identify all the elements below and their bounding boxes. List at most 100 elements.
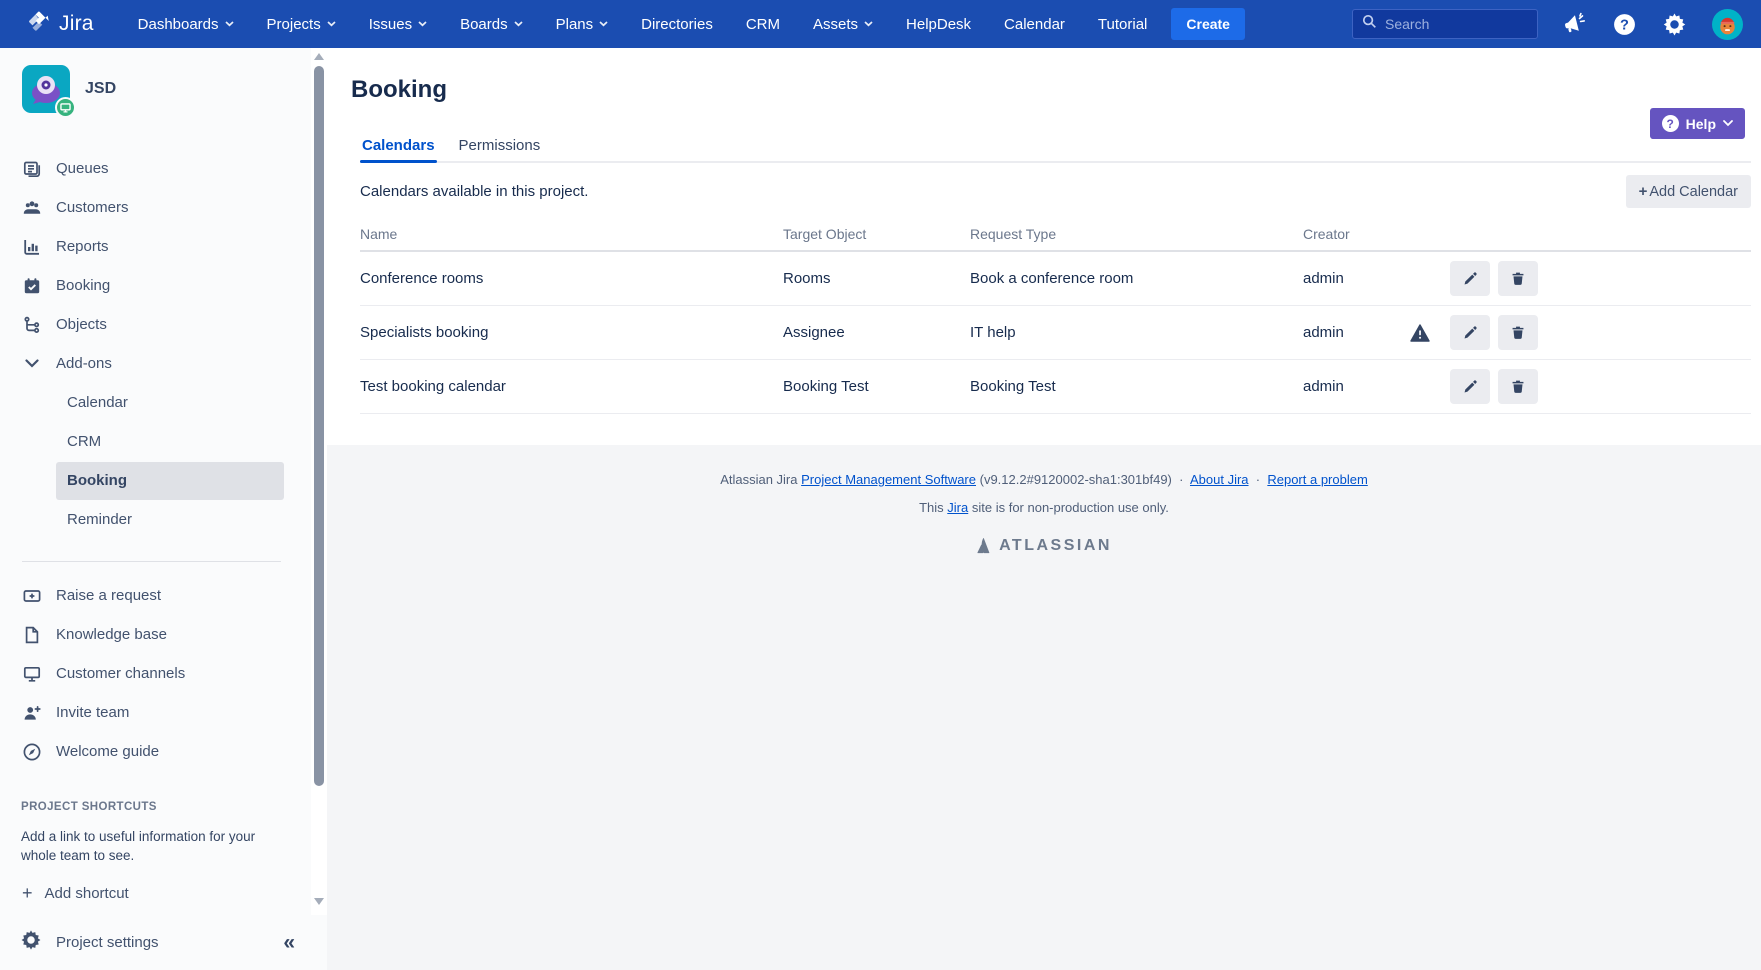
nav-item-boards[interactable]: Boards	[460, 16, 523, 33]
table-row: Conference rooms Rooms Book a conference…	[360, 252, 1751, 306]
calendar-name: Test booking calendar	[360, 378, 783, 395]
creator: admin	[1303, 324, 1410, 341]
scroll-up-arrow[interactable]	[314, 53, 324, 60]
version-string: (v9.12.2#9120002-sha1:301bf49)	[980, 472, 1172, 487]
sidebar-item-label: Booking	[56, 277, 110, 294]
help-button[interactable]: ? Help	[1650, 108, 1745, 139]
gear-icon	[20, 929, 42, 956]
nav-item-dashboards[interactable]: Dashboards	[138, 16, 234, 33]
delete-calendar-button[interactable]	[1498, 261, 1538, 296]
project-shortcuts-section: PROJECT SHORTCUTS Add a link to useful i…	[0, 801, 311, 865]
sidebar-item-objects[interactable]: Objects	[0, 305, 311, 344]
edit-calendar-button[interactable]	[1450, 261, 1490, 296]
sidebar-item-label: Customers	[56, 199, 129, 216]
sidebar-item-label: Add-ons	[56, 355, 112, 372]
tab-bar: Calendars Permissions	[360, 137, 1751, 163]
edit-calendar-button[interactable]	[1450, 315, 1490, 350]
request-type: IT help	[970, 324, 1303, 341]
help-icon[interactable]: ?	[1612, 12, 1637, 37]
create-button[interactable]: Create	[1171, 8, 1245, 40]
nav-item-directories[interactable]: Directories	[641, 16, 713, 33]
search-input[interactable]	[1385, 16, 1528, 32]
sidebar-divider	[22, 561, 281, 562]
jira-logo-icon	[26, 9, 52, 40]
tab-permissions[interactable]: Permissions	[457, 137, 543, 161]
sidebar-item-raise-request[interactable]: Raise a request	[0, 576, 311, 615]
sidebar-item-invite-team[interactable]: Invite team	[0, 693, 311, 732]
edit-calendar-button[interactable]	[1450, 369, 1490, 404]
sidebar-nav: Queues Customers Reports Booking Objects	[0, 149, 311, 539]
project-avatar	[22, 65, 70, 113]
settings-gear-icon[interactable]	[1662, 12, 1687, 37]
page-title: Booking	[351, 75, 1761, 105]
footer-notice-line: This Jira site is for non-production use…	[327, 500, 1761, 515]
scroll-down-arrow[interactable]	[314, 898, 324, 905]
pencil-icon	[1462, 324, 1479, 341]
request-type: Booking Test	[970, 378, 1303, 395]
sidebar-item-knowledge-base[interactable]: Knowledge base	[0, 615, 311, 654]
report-problem-link[interactable]: Report a problem	[1267, 472, 1367, 487]
search-box[interactable]	[1352, 9, 1538, 39]
calendar-name: Conference rooms	[360, 270, 783, 287]
creator: admin	[1303, 270, 1410, 287]
announcements-icon[interactable]	[1563, 12, 1587, 36]
invite-person-icon	[22, 703, 42, 723]
sidebar-scrollbar[interactable]	[311, 48, 327, 915]
nav-item-plans[interactable]: Plans	[556, 16, 609, 33]
sidebar-footer: Project settings «	[0, 915, 327, 970]
project-shortcuts-hint: Add a link to useful information for you…	[21, 827, 271, 865]
nav-right-group: ?	[1352, 9, 1743, 40]
main-content: Booking ? Help Calendars Permissions Cal…	[327, 48, 1761, 970]
sidebar-secondary-nav: Raise a request Knowledge base Customer …	[0, 576, 311, 771]
nav-item-calendar[interactable]: Calendar	[1004, 16, 1065, 33]
svg-text:?: ?	[1620, 17, 1629, 33]
table-row: Specialists booking Assignee IT help adm…	[360, 306, 1751, 360]
monitor-icon	[22, 664, 42, 684]
jira-logo[interactable]: Jira	[26, 9, 94, 40]
pencil-icon	[1462, 270, 1479, 287]
collapse-sidebar-button[interactable]: «	[283, 931, 295, 955]
scrollbar-thumb[interactable]	[314, 66, 324, 786]
sidebar-item-reports[interactable]: Reports	[0, 227, 311, 266]
project-header[interactable]: JSD	[0, 48, 311, 113]
chevron-down-icon	[1723, 120, 1733, 127]
delete-calendar-button[interactable]	[1498, 369, 1538, 404]
column-header-creator: Creator	[1303, 226, 1410, 242]
project-settings-button[interactable]: Project settings	[56, 934, 159, 951]
sidebar-item-addon-booking[interactable]: Booking	[0, 461, 311, 500]
sidebar-item-addon-crm[interactable]: CRM	[0, 422, 311, 461]
chevron-down-icon	[225, 21, 234, 27]
add-calendar-button[interactable]: + Add Calendar	[1626, 175, 1751, 208]
pms-link[interactable]: Project Management Software	[801, 472, 976, 487]
nav-item-issues[interactable]: Issues	[369, 16, 427, 33]
question-icon: ?	[1662, 115, 1679, 132]
chevron-down-icon	[22, 354, 42, 374]
chevron-down-icon	[599, 21, 608, 27]
about-jira-link[interactable]: About Jira	[1190, 472, 1249, 487]
nav-item-crm[interactable]: CRM	[746, 16, 780, 33]
nav-item-assets[interactable]: Assets	[813, 16, 873, 33]
sidebar-item-label: Objects	[56, 316, 107, 333]
nav-item-projects[interactable]: Projects	[267, 16, 336, 33]
sidebar-item-booking[interactable]: Booking	[0, 266, 311, 305]
sidebar-item-label: Invite team	[56, 704, 129, 721]
chevron-down-icon	[327, 21, 336, 27]
sidebar-item-label: Raise a request	[56, 587, 161, 604]
atlassian-logo-icon	[976, 538, 993, 554]
column-header-target-object: Target Object	[783, 226, 970, 242]
tab-calendars[interactable]: Calendars	[360, 137, 437, 161]
sidebar-item-customers[interactable]: Customers	[0, 188, 311, 227]
add-shortcut-button[interactable]: + Add shortcut	[0, 875, 311, 911]
nav-item-tutorial[interactable]: Tutorial	[1098, 16, 1147, 33]
jira-link[interactable]: Jira	[947, 500, 968, 515]
sidebar-item-addon-calendar[interactable]: Calendar	[0, 383, 311, 422]
sidebar-item-add-ons[interactable]: Add-ons	[0, 344, 311, 383]
sidebar-item-queues[interactable]: Queues	[0, 149, 311, 188]
sidebar-item-addon-reminder[interactable]: Reminder	[0, 500, 311, 539]
user-avatar[interactable]	[1712, 9, 1743, 40]
nav-item-helpdesk[interactable]: HelpDesk	[906, 16, 971, 33]
delete-calendar-button[interactable]	[1498, 315, 1538, 350]
selected-item-highlight: Booking	[56, 462, 284, 500]
sidebar-item-customer-channels[interactable]: Customer channels	[0, 654, 311, 693]
sidebar-item-welcome-guide[interactable]: Welcome guide	[0, 732, 311, 771]
